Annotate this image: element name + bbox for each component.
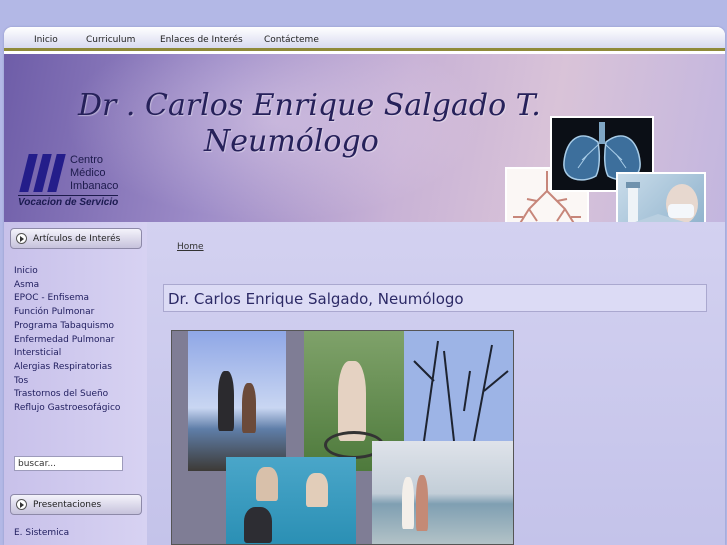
sidebar-item-trastornos-sueno[interactable]: Trastornos del Sueño	[14, 388, 142, 402]
page-title-box: Dr. Carlos Enrique Salgado, Neumólogo	[163, 284, 707, 312]
presentations-box-title: Presentaciones	[33, 500, 102, 510]
page: Inicio Curriculum Enlaces de Interés Con…	[4, 27, 725, 545]
sidebar-item-enfermedad-pulmonar[interactable]: Enfermedad Pulmonar Intersticial	[14, 334, 142, 361]
nav-item-contacteme[interactable]: Contácteme	[264, 35, 319, 45]
banner-title: Dr . Carlos Enrique Salgado T.	[78, 88, 541, 123]
header-banner: Dr . Carlos Enrique Salgado T. Neumólogo…	[4, 54, 725, 222]
sidebar-item-alergias[interactable]: Alergias Respiratorias	[14, 361, 142, 375]
logo-line-3: Imbanaco	[70, 180, 119, 192]
logo-line-1: Centro	[70, 154, 104, 166]
page-title: Dr. Carlos Enrique Salgado, Neumólogo	[168, 290, 464, 308]
sidebar: Artículos de Interés Inicio Asma EPOC - …	[4, 222, 147, 545]
sidebar-item-reflujo[interactable]: Reflujo Gastroesofágico	[14, 402, 142, 416]
sidebar-item-inicio[interactable]: Inicio	[14, 265, 142, 279]
articles-box-header: Artículos de Interés	[10, 228, 142, 249]
bare-trees-photo	[404, 331, 513, 441]
articles-box-title: Artículos de Interés	[33, 234, 121, 244]
logo-line-2: Médico	[70, 167, 106, 179]
clinic-logo: Centro Médico Imbanaco Vocacion de Servi…	[18, 154, 128, 214]
sidebar-item-epoc[interactable]: EPOC - Enfisema	[14, 292, 142, 306]
top-navigation: Inicio Curriculum Enlaces de Interés Con…	[4, 27, 725, 51]
beach-couple-photo	[372, 441, 513, 544]
sidebar-item-funcion-pulmonar[interactable]: Función Pulmonar	[14, 306, 142, 320]
banner-subtitle: Neumólogo	[204, 124, 379, 159]
breadcrumb[interactable]: Home	[177, 242, 204, 252]
doctor-photo	[616, 172, 706, 222]
articles-list: Inicio Asma EPOC - Enfisema Función Pulm…	[14, 265, 142, 416]
logo-tagline: Vocacion de Servicio	[18, 197, 119, 208]
couple-walking-photo	[188, 331, 286, 471]
sidebar-item-programa-tabaquismo[interactable]: Programa Tabaquismo	[14, 320, 142, 334]
arrow-right-icon	[16, 233, 27, 244]
sidebar-item-asma[interactable]: Asma	[14, 279, 142, 293]
sidebar-item-tos[interactable]: Tos	[14, 375, 142, 389]
lifestyle-photo-collage	[171, 330, 514, 545]
nav-item-enlaces[interactable]: Enlaces de Interés	[160, 35, 243, 45]
presentations-box-header: Presentaciones	[10, 494, 142, 515]
main-content: Home Dr. Carlos Enrique Salgado, Neumólo…	[147, 222, 725, 545]
sidebar-item-e-sistemica[interactable]: E. Sistemica	[14, 528, 69, 538]
water-aerobics-photo	[226, 457, 356, 544]
search-input[interactable]	[14, 456, 123, 471]
clinic-logo-icon	[18, 154, 66, 194]
nav-item-inicio[interactable]: Inicio	[34, 35, 58, 45]
arrow-right-icon	[16, 499, 27, 510]
nav-item-curriculum[interactable]: Curriculum	[86, 35, 135, 45]
